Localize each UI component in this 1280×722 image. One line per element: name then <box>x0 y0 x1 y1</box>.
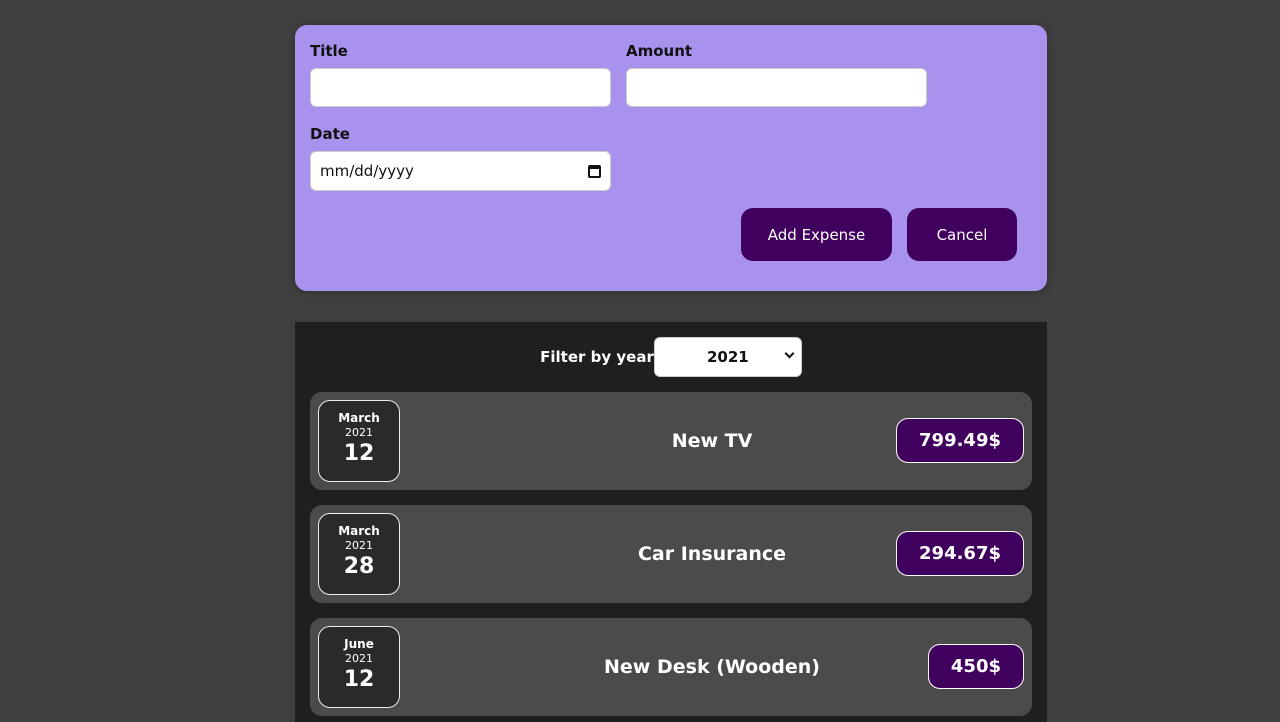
expense-day: 12 <box>343 667 375 692</box>
expense-month: March <box>338 411 380 425</box>
expense-date: June 2021 12 <box>318 626 400 708</box>
date-control: Date mm/dd/yyyy <box>310 125 611 191</box>
expense-month: March <box>338 524 380 538</box>
cancel-button[interactable]: Cancel <box>907 208 1017 261</box>
amount-label: Amount <box>626 42 693 60</box>
title-input[interactable] <box>310 68 611 107</box>
new-expense-form: Title Amount Date mm/dd/yyyy Add Expense… <box>295 25 1047 291</box>
title-label: Title <box>310 42 348 60</box>
filter-label: Filter by year <box>540 348 654 366</box>
add-expense-button[interactable]: Add Expense <box>741 208 892 261</box>
expenses-filter: Filter by year 2021 <box>295 337 1047 377</box>
expense-item: March 2021 28 Car Insurance 294.67$ <box>310 505 1032 603</box>
chevron-down-icon <box>784 348 795 359</box>
date-label: Date <box>310 125 350 143</box>
amount-input[interactable] <box>626 68 927 107</box>
expense-day: 28 <box>343 554 375 579</box>
expense-month: June <box>344 637 374 651</box>
expense-item: March 2021 12 New TV 799.49$ <box>310 392 1032 490</box>
expense-year: 2021 <box>345 426 373 439</box>
expense-amount: 799.49$ <box>896 418 1024 463</box>
selected-year: 2021 <box>706 348 749 366</box>
expense-day: 12 <box>343 441 375 466</box>
title-control: Title <box>310 42 611 107</box>
expense-date: March 2021 12 <box>318 400 400 482</box>
expense-amount: 450$ <box>927 644 1024 689</box>
year-select[interactable]: 2021 <box>653 337 802 377</box>
expenses-panel: Filter by year 2021 March 2021 12 New TV… <box>295 322 1047 722</box>
expense-item: June 2021 12 New Desk (Wooden) 450$ <box>310 618 1032 716</box>
amount-control: Amount <box>626 42 927 107</box>
date-placeholder: mm/dd/yyyy <box>320 162 414 180</box>
expense-amount: 294.67$ <box>896 531 1024 576</box>
expense-date: March 2021 28 <box>318 513 400 595</box>
expense-year: 2021 <box>345 652 373 665</box>
date-input[interactable]: mm/dd/yyyy <box>310 151 611 191</box>
calendar-icon[interactable] <box>588 164 601 178</box>
expense-year: 2021 <box>345 539 373 552</box>
